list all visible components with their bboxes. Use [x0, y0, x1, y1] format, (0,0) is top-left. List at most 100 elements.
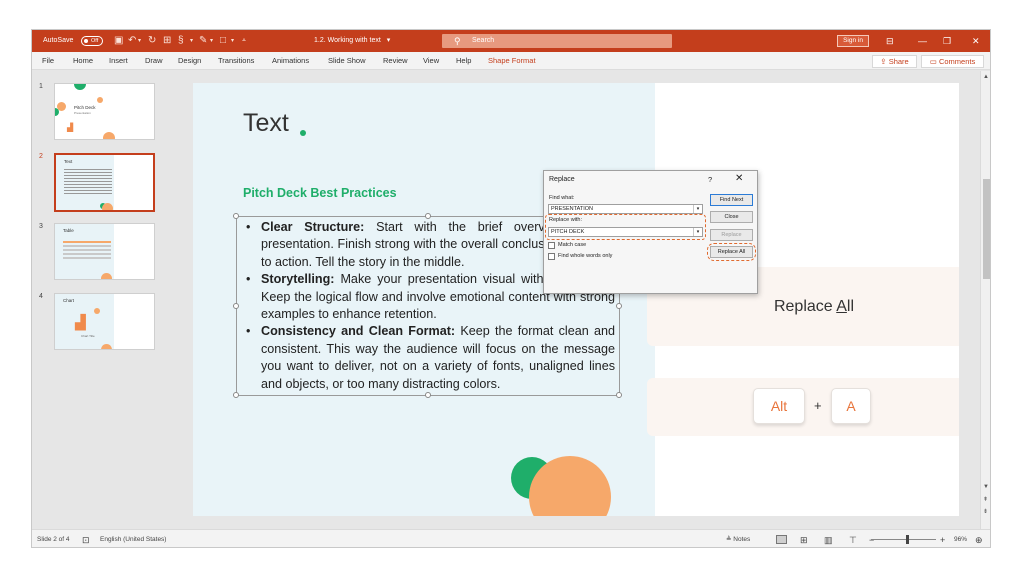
- autosave-state: Off: [91, 38, 99, 44]
- tab-shape-format[interactable]: Shape Format: [488, 52, 536, 70]
- notes-button[interactable]: ≜ Notes: [726, 530, 751, 547]
- close-window-icon[interactable]: ✕: [972, 30, 980, 52]
- help-icon[interactable]: ?: [708, 175, 712, 184]
- fit-to-window-icon[interactable]: ⊕: [975, 530, 983, 547]
- restore-icon[interactable]: ❐: [943, 30, 951, 52]
- bar-chart-icon: ▟: [75, 314, 86, 330]
- tab-transitions[interactable]: Transitions: [218, 52, 254, 70]
- slide-sorter-icon[interactable]: ⊞: [800, 530, 808, 547]
- language-indicator[interactable]: English (United States): [100, 530, 166, 547]
- find-what-field[interactable]: PRESENTATION ▾: [548, 204, 703, 214]
- tab-design[interactable]: Design: [178, 52, 201, 70]
- reading-view-icon[interactable]: ▥: [824, 530, 833, 547]
- ribbon-display-icon[interactable]: ⊟: [886, 30, 894, 52]
- notes-label: Notes: [733, 536, 751, 543]
- present-icon[interactable]: ⊞: [163, 30, 171, 52]
- document-title-text: 1.2. Working with text: [314, 37, 381, 44]
- slide-title[interactable]: Text: [243, 109, 289, 138]
- shortcut-callout: Alt + A: [647, 378, 959, 436]
- draw-dropdown-icon[interactable]: ▾: [210, 30, 213, 52]
- tab-help[interactable]: Help: [456, 52, 471, 70]
- thumbnail-subtitle: Presentation: [74, 111, 91, 115]
- tab-insert[interactable]: Insert: [109, 52, 128, 70]
- zoom-slider-handle[interactable]: [906, 535, 909, 544]
- decor-circle: [94, 308, 100, 314]
- dialog-title: Replace: [549, 176, 575, 183]
- toggle-knob: [84, 39, 88, 43]
- search-box[interactable]: ⚲ Search: [442, 34, 672, 48]
- comments-button[interactable]: ▭ Comments: [921, 55, 984, 68]
- undo-icon[interactable]: ↶: [128, 30, 136, 52]
- a-key: A: [831, 388, 871, 424]
- slide-thumbnail-3[interactable]: Table: [54, 223, 155, 280]
- tab-draw[interactable]: Draw: [145, 52, 163, 70]
- tab-review[interactable]: Review: [383, 52, 408, 70]
- share-button[interactable]: ⇪ Share: [872, 55, 917, 68]
- whole-words-checkbox[interactable]: [548, 253, 555, 260]
- save-icon[interactable]: ▣: [114, 30, 123, 52]
- slide-counter: Slide 2 of 4: [37, 536, 70, 543]
- scroll-up-icon[interactable]: ▲: [983, 74, 989, 80]
- close-icon[interactable]: ✕: [735, 173, 743, 184]
- tab-home[interactable]: Home: [73, 52, 93, 70]
- next-slide-icon[interactable]: ⇟: [983, 508, 988, 515]
- spellcheck-icon[interactable]: ⊡: [82, 530, 90, 547]
- thumbnail-number: 1: [39, 83, 43, 90]
- thumbnail-title: Text: [64, 159, 73, 164]
- current-slide[interactable]: Text Pitch Deck Best Practices Clear Str…: [193, 83, 959, 516]
- decor-circle: [74, 84, 86, 90]
- format-dropdown-icon[interactable]: ▾: [190, 30, 193, 52]
- status-bar: Slide 2 of 4 ⊡ English (United States) ≜…: [32, 529, 990, 547]
- vertical-scrollbar[interactable]: ▲ ▼ ⇞ ⇟: [980, 71, 990, 529]
- decor-circle: [102, 203, 113, 210]
- minimize-icon[interactable]: —: [918, 30, 927, 52]
- document-title[interactable]: 1.2. Working with text ▾: [314, 30, 390, 52]
- resize-handle[interactable]: [616, 392, 622, 398]
- slide-thumbnail-1[interactable]: Pitch Deck Presentation ▟: [54, 83, 155, 140]
- chevron-down-icon[interactable]: ▾: [693, 205, 702, 213]
- search-icon: ⚲: [454, 36, 461, 46]
- find-next-button[interactable]: Find Next: [710, 194, 753, 206]
- resize-handle[interactable]: [616, 303, 622, 309]
- resize-handle[interactable]: [233, 392, 239, 398]
- customize-qat-icon[interactable]: ⩡: [242, 30, 246, 52]
- slide-thumbnails-pane: 1 Pitch Deck Presentation ▟ 2 Text 3 Tab…: [32, 71, 169, 529]
- shape-dropdown-icon[interactable]: ▾: [231, 30, 234, 52]
- tab-slide-show[interactable]: Slide Show: [328, 52, 366, 70]
- slide-thumbnail-4[interactable]: Chart ▟ Chart Title: [54, 293, 155, 350]
- decor-circle: [97, 97, 103, 103]
- tab-animations[interactable]: Animations: [272, 52, 309, 70]
- thumbnail-number: 2: [39, 153, 43, 160]
- undo-dropdown-icon[interactable]: ▾: [138, 30, 141, 52]
- format-icon[interactable]: §: [178, 30, 184, 52]
- redo-icon[interactable]: ↻: [148, 30, 156, 52]
- replace-button[interactable]: Replace: [710, 229, 753, 241]
- slide-subtitle[interactable]: Pitch Deck Best Practices: [243, 186, 397, 200]
- zoom-level[interactable]: 96%: [954, 530, 967, 547]
- plus-sign: +: [814, 398, 822, 413]
- slideshow-icon[interactable]: ⊤: [849, 530, 857, 547]
- tab-file[interactable]: File: [42, 52, 54, 70]
- draw-icon[interactable]: ✎: [199, 30, 207, 52]
- resize-handle[interactable]: [233, 303, 239, 309]
- normal-view-icon[interactable]: [776, 535, 787, 544]
- sign-in-button[interactable]: Sign in: [837, 35, 869, 47]
- zoom-slider[interactable]: [871, 539, 936, 540]
- replace-dialog: Replace ? ✕ Find what: PRESENTATION ▾ Re…: [543, 170, 758, 294]
- callout-accelerator: A: [836, 298, 847, 315]
- shape-icon[interactable]: □: [220, 30, 226, 52]
- scroll-down-icon[interactable]: ▼: [983, 484, 989, 490]
- previous-slide-icon[interactable]: ⇞: [983, 496, 988, 503]
- tab-view[interactable]: View: [423, 52, 439, 70]
- close-button[interactable]: Close: [710, 211, 753, 223]
- match-case-checkbox[interactable]: [548, 242, 555, 249]
- thumbnail-caption: Chart Title: [81, 334, 95, 338]
- autosave-toggle[interactable]: Off: [81, 36, 103, 46]
- replace-field-highlight: [545, 214, 706, 240]
- thumbnail-text-lines: [64, 169, 112, 196]
- slide-thumbnail-2[interactable]: Text: [54, 153, 155, 212]
- zoom-in-icon[interactable]: +: [940, 530, 945, 547]
- resize-handle[interactable]: [233, 213, 239, 219]
- scroll-thumb[interactable]: [983, 179, 990, 279]
- share-icon: ⇪: [880, 57, 887, 66]
